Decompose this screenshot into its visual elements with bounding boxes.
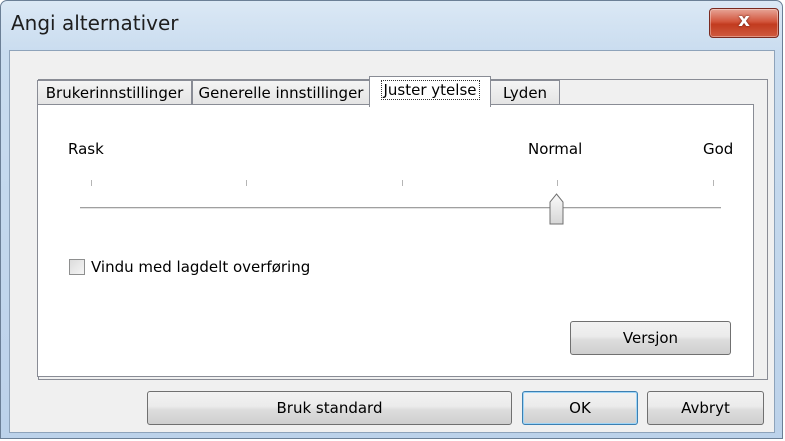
ok-button[interactable]: OK bbox=[522, 391, 638, 425]
tab-label: Lyden bbox=[502, 84, 548, 102]
version-button-label: Versjon bbox=[622, 329, 679, 347]
close-button[interactable]: x bbox=[709, 8, 779, 38]
version-button[interactable]: Versjon bbox=[570, 321, 731, 355]
close-icon: x bbox=[738, 10, 750, 31]
slider-tick bbox=[402, 180, 403, 186]
performance-slider[interactable] bbox=[80, 207, 721, 210]
ok-button-label: OK bbox=[569, 399, 591, 417]
slider-tick bbox=[713, 180, 714, 186]
slider-tick bbox=[246, 180, 247, 186]
use-default-button[interactable]: Bruk standard bbox=[147, 391, 512, 425]
tab-label: Generelle innstillinger bbox=[198, 84, 364, 102]
slider-tick bbox=[557, 180, 558, 186]
tab-sound[interactable]: Lyden bbox=[490, 80, 560, 106]
layered-transfer-checkbox[interactable] bbox=[69, 259, 85, 275]
slider-tick bbox=[91, 180, 92, 186]
tab-label: Juster ytelse bbox=[380, 80, 480, 100]
slider-mid-label: Normal bbox=[528, 140, 583, 158]
tab-user-settings[interactable]: Brukerinnstillinger bbox=[37, 80, 192, 106]
slider-min-label: Rask bbox=[68, 140, 104, 158]
slider-max-label: God bbox=[703, 140, 734, 158]
window-title: Angi alternativer bbox=[11, 11, 179, 35]
tab-label: Brukerinnstillinger bbox=[45, 84, 184, 102]
layered-transfer-label: Vindu med lagdelt overføring bbox=[91, 258, 311, 276]
cancel-button-label: Avbryt bbox=[681, 399, 730, 417]
cancel-button[interactable]: Avbryt bbox=[647, 391, 764, 425]
tab-general-settings[interactable]: Generelle innstillinger bbox=[192, 80, 370, 106]
tab-adjust-performance[interactable]: Juster ytelse bbox=[369, 76, 491, 107]
use-default-button-label: Bruk standard bbox=[276, 399, 383, 417]
slider-thumb[interactable] bbox=[549, 193, 564, 225]
